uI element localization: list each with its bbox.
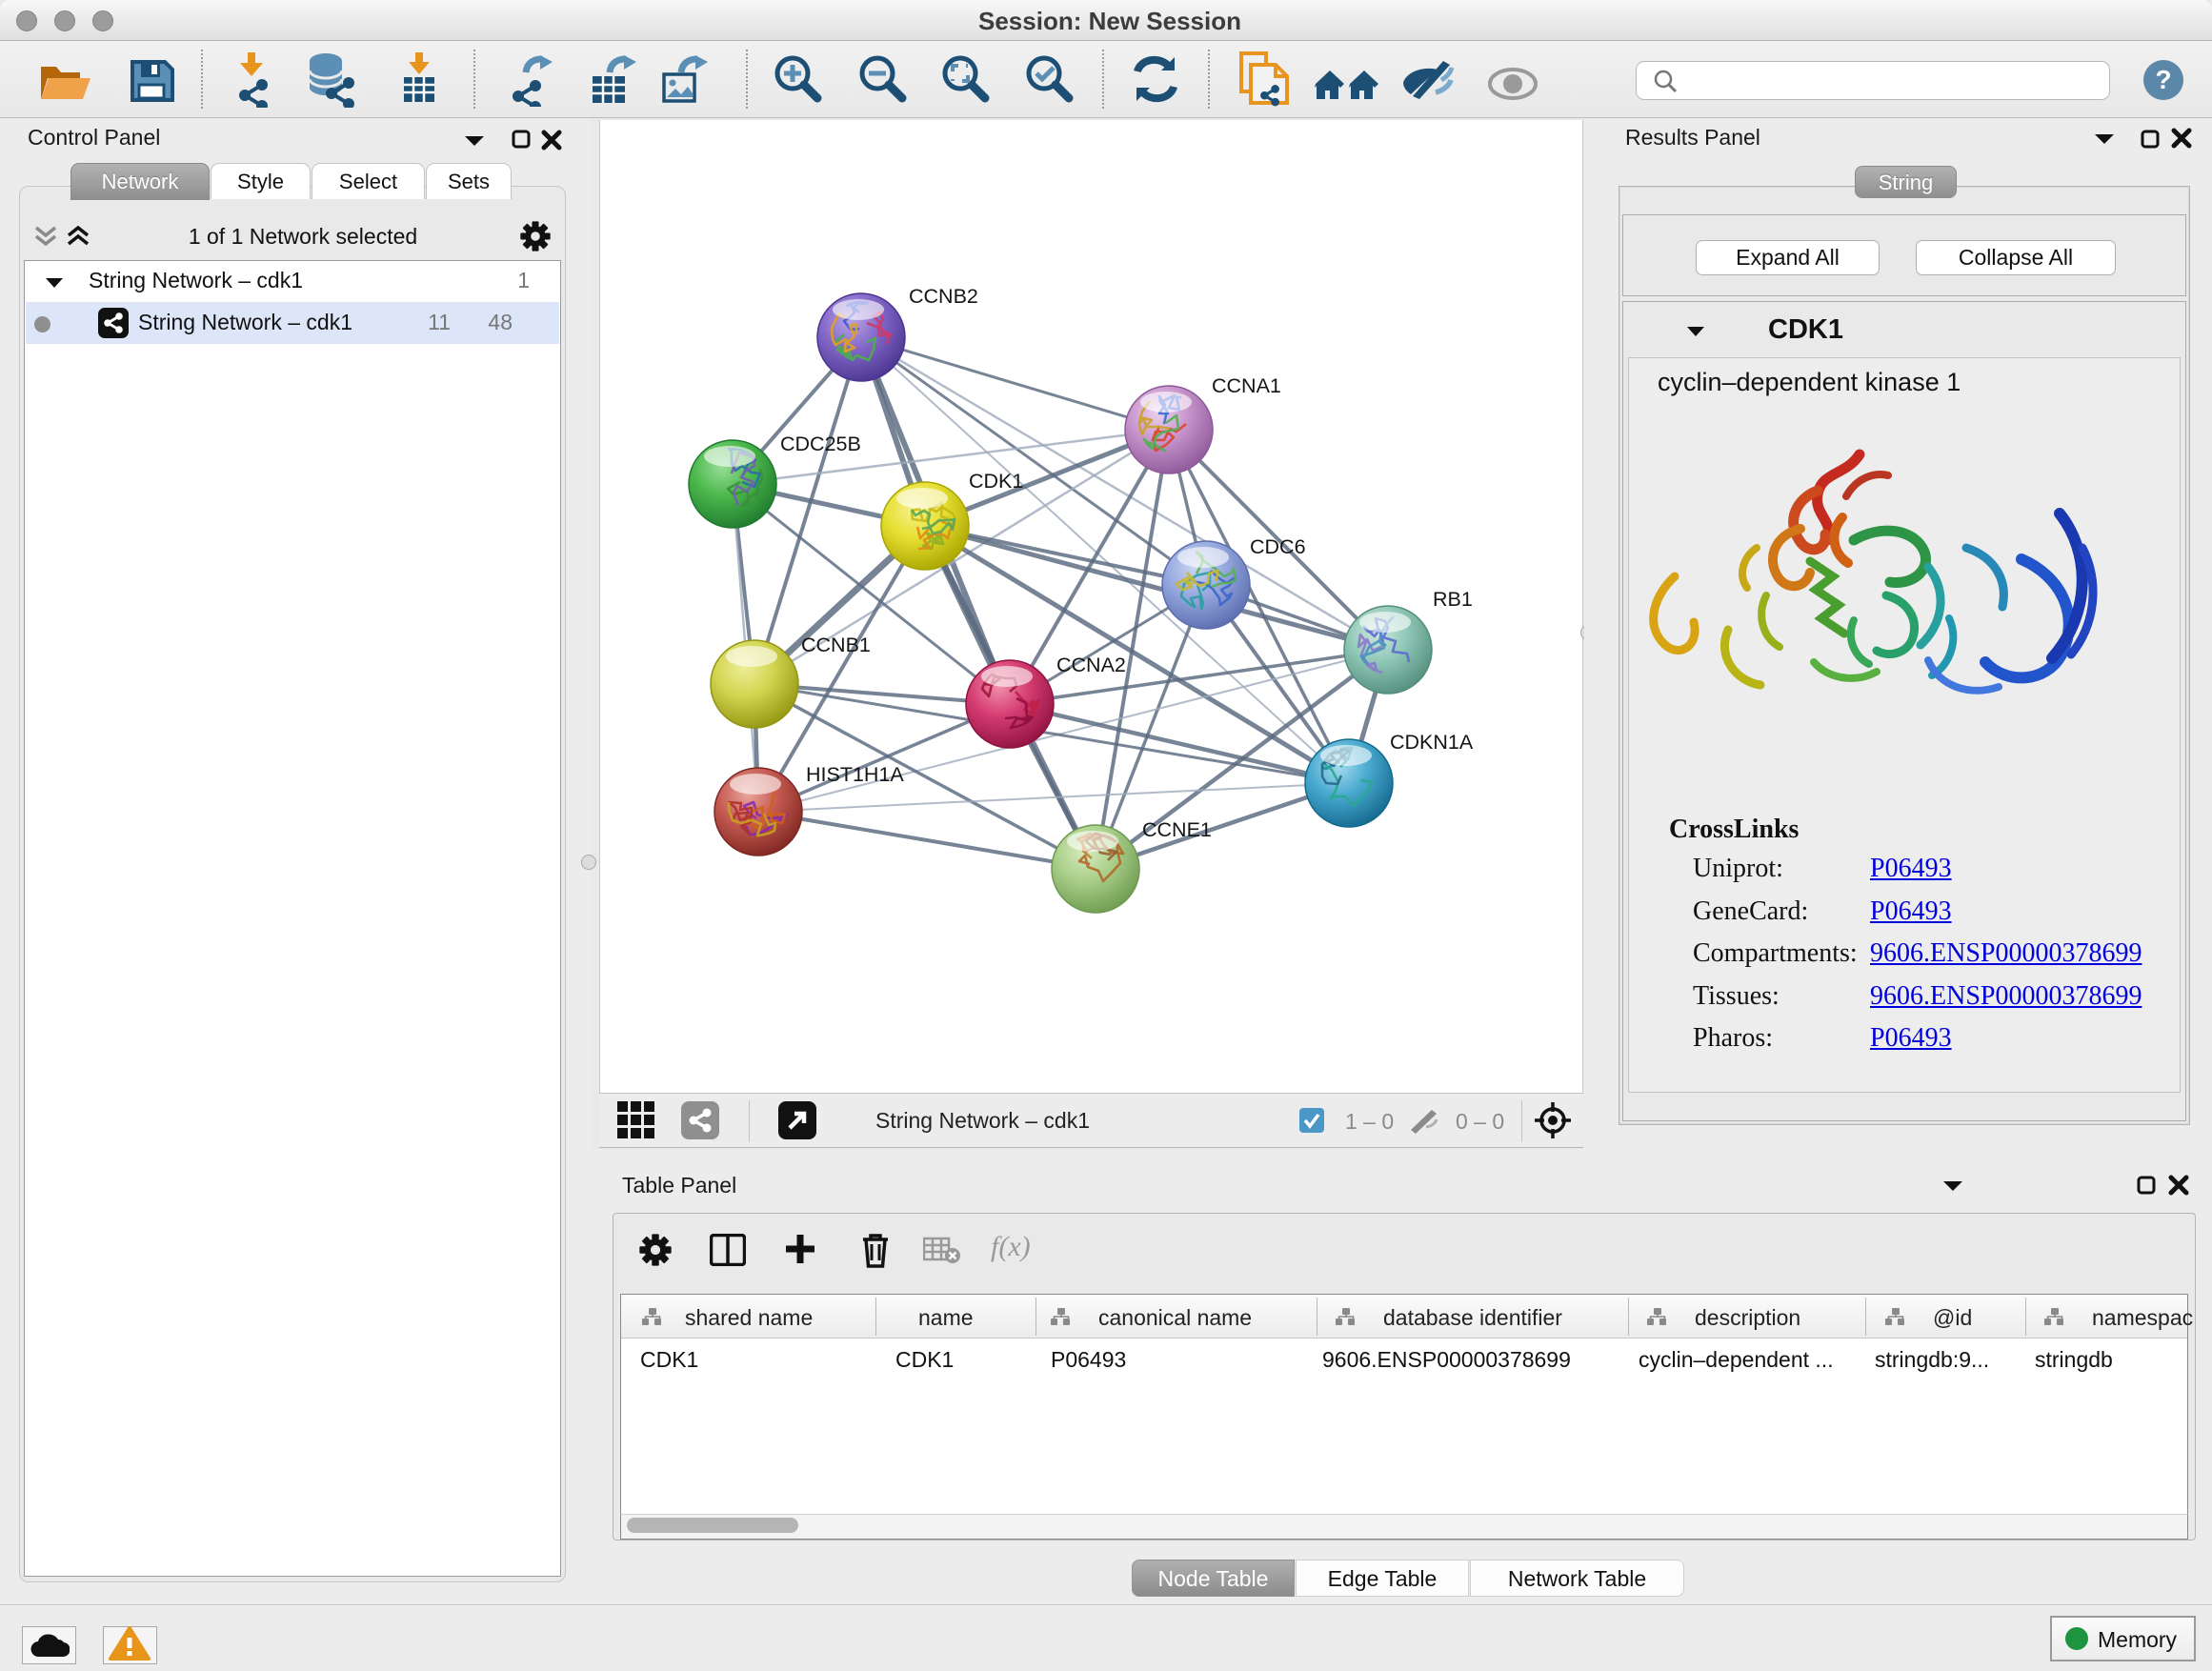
svg-text:CDC6: CDC6	[1250, 535, 1306, 558]
svg-text:CCNB1: CCNB1	[801, 634, 871, 656]
svg-text:CDK1: CDK1	[969, 470, 1023, 493]
svg-text:CDC25B: CDC25B	[780, 433, 861, 455]
svg-text:?: ?	[2155, 65, 2171, 94]
svg-text:RB1: RB1	[1433, 588, 1473, 611]
svg-text:CCNB2: CCNB2	[909, 285, 978, 308]
svg-text:HIST1H1A: HIST1H1A	[806, 763, 904, 786]
svg-text:CCNA2: CCNA2	[1056, 654, 1126, 676]
svg-text:CCNA1: CCNA1	[1212, 374, 1281, 397]
svg-text:CDKN1A: CDKN1A	[1390, 731, 1474, 754]
svg-text:CCNE1: CCNE1	[1142, 818, 1212, 841]
